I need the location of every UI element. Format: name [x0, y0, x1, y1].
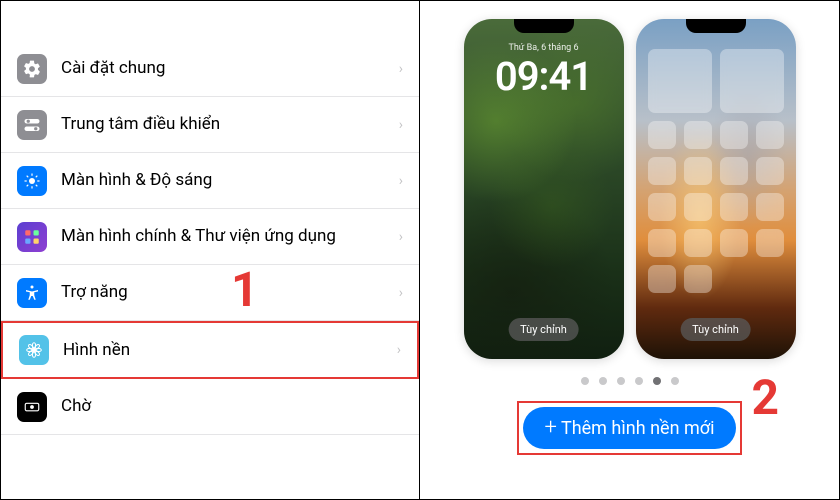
accessibility-icon — [17, 278, 47, 308]
app-placeholder — [648, 265, 676, 293]
chevron-right-icon: › — [399, 285, 403, 301]
app-placeholder — [720, 157, 748, 185]
settings-item-wallpaper[interactable]: Hình nền › — [1, 321, 419, 379]
add-wallpaper-label: Thêm hình nền mới — [561, 418, 714, 439]
lockscreen-time: 09:41 — [464, 53, 624, 100]
app-placeholder — [684, 121, 712, 149]
notch — [514, 19, 574, 33]
chevron-right-icon: › — [399, 229, 403, 245]
settings-item-label: Màn hình & Độ sáng — [61, 169, 391, 191]
page-indicator[interactable] — [581, 377, 679, 385]
app-grid — [636, 49, 796, 293]
dot — [617, 377, 625, 385]
settings-item-label: Chờ — [61, 395, 403, 417]
sun-icon — [17, 166, 47, 196]
widget-placeholder — [648, 49, 712, 113]
add-wallpaper-button[interactable]: + Thêm hình nền mới — [523, 407, 737, 449]
app-placeholder — [720, 193, 748, 221]
app-placeholder — [756, 157, 784, 185]
app-placeholder — [684, 157, 712, 185]
app-placeholder — [648, 121, 676, 149]
settings-item-label: Màn hình chính & Thư viện ứng dụng — [61, 225, 391, 247]
dot — [599, 377, 607, 385]
add-wallpaper-highlight: + Thêm hình nền mới — [517, 401, 743, 455]
gear-icon — [17, 54, 47, 84]
chevron-right-icon: › — [399, 61, 403, 77]
lockscreen-preview[interactable]: Thứ Ba, 6 tháng 6 09:41 Tùy chỉnh — [464, 19, 624, 359]
app-placeholder — [720, 229, 748, 257]
dot-active — [653, 377, 661, 385]
lockscreen-date: Thứ Ba, 6 tháng 6 — [464, 43, 624, 53]
app-placeholder — [648, 157, 676, 185]
notch — [686, 19, 746, 33]
settings-item-label: Trung tâm điều khiển — [61, 113, 391, 135]
dot — [581, 377, 589, 385]
app-placeholder — [720, 121, 748, 149]
customize-homescreen-button[interactable]: Tùy chỉnh — [680, 318, 751, 341]
customize-lockscreen-button[interactable]: Tùy chỉnh — [508, 318, 579, 341]
flower-icon — [19, 335, 49, 365]
settings-item-home-app-library[interactable]: Màn hình chính & Thư viện ứng dụng › — [1, 209, 419, 265]
app-placeholder — [756, 121, 784, 149]
grid-icon — [17, 222, 47, 252]
settings-item-general[interactable]: Cài đặt chung › — [1, 41, 419, 97]
toggles-icon — [17, 110, 47, 140]
app-placeholder — [684, 229, 712, 257]
app-placeholder — [756, 193, 784, 221]
settings-item-accessibility[interactable]: Trợ năng › — [1, 265, 419, 321]
chevron-right-icon: › — [399, 173, 403, 189]
dot — [671, 377, 679, 385]
chevron-right-icon: › — [397, 342, 401, 358]
plus-icon: + — [545, 417, 557, 439]
app-placeholder — [648, 193, 676, 221]
app-placeholder — [684, 193, 712, 221]
wallpaper-panel: Thứ Ba, 6 tháng 6 09:41 Tùy chỉnh — [420, 1, 839, 499]
app-placeholder — [648, 229, 676, 257]
settings-item-label: Hình nền — [63, 339, 389, 361]
settings-item-label: Cài đặt chung — [61, 57, 391, 79]
settings-item-control-center[interactable]: Trung tâm điều khiển › — [1, 97, 419, 153]
standby-icon — [17, 392, 47, 422]
homescreen-preview[interactable]: Tùy chỉnh — [636, 19, 796, 359]
settings-item-display-brightness[interactable]: Màn hình & Độ sáng › — [1, 153, 419, 209]
widget-placeholder — [720, 49, 784, 113]
chevron-right-icon: › — [399, 117, 403, 133]
annotation-step-2: 2 — [751, 369, 779, 426]
settings-item-label: Trợ năng — [61, 281, 391, 303]
settings-list: Cài đặt chung › Trung tâm điều khiển › M… — [1, 1, 420, 499]
settings-item-standby[interactable]: Chờ — [1, 379, 419, 435]
app-placeholder — [684, 265, 712, 293]
app-placeholder — [756, 229, 784, 257]
dot — [635, 377, 643, 385]
